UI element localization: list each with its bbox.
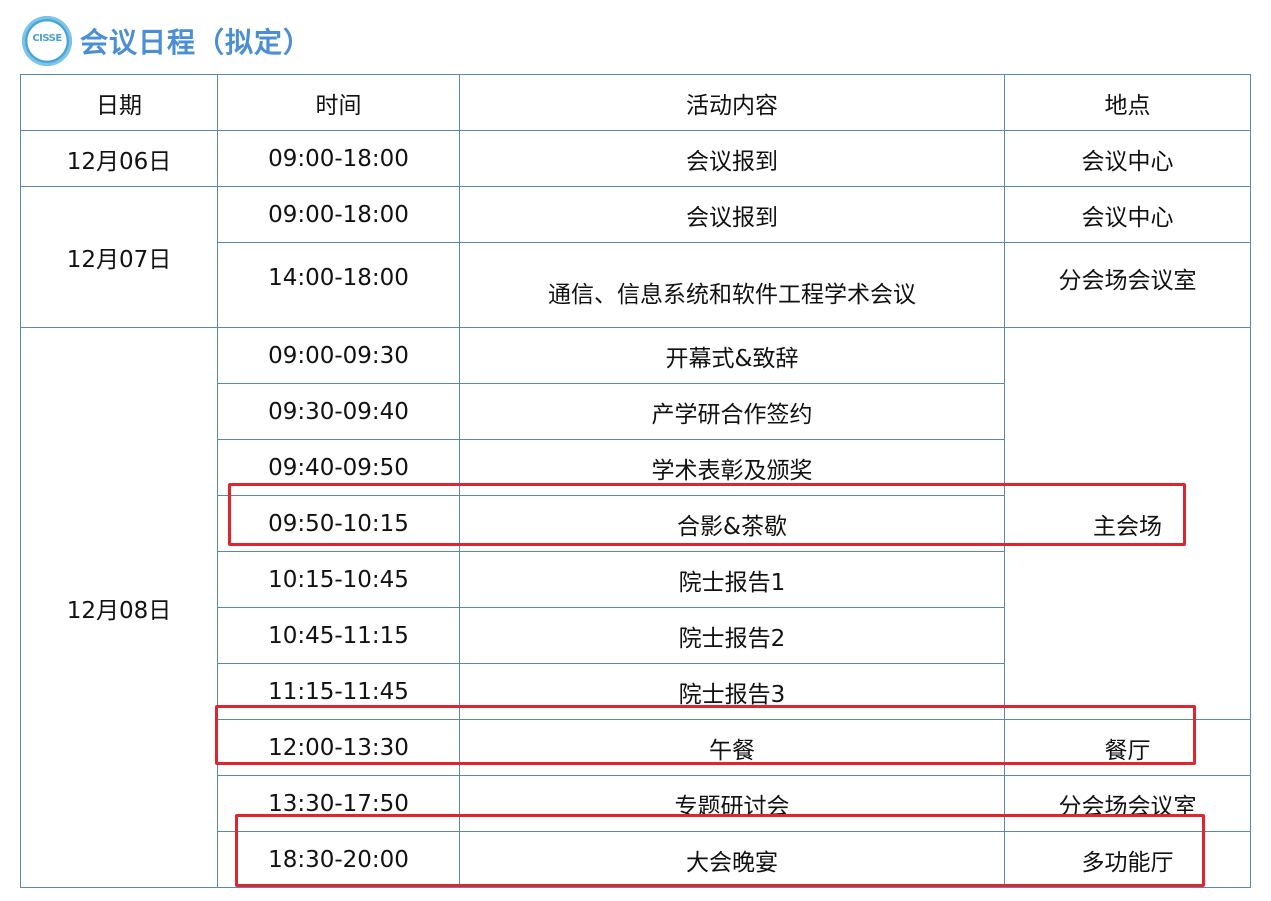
- table-row: 12月07日 09:00-18:00 会议报到 会议中心: [20, 186, 1251, 328]
- place-cell: 餐厅: [1004, 719, 1251, 776]
- place-cell-main-venue: 主会场: [1004, 327, 1251, 720]
- time-cell: 14:00-18:00: [217, 242, 460, 328]
- date-cell: 12月07日: [20, 186, 218, 328]
- activity-cell: 院士报告2: [459, 607, 1005, 664]
- time-cell: 09:00-18:00: [217, 130, 460, 187]
- place-cell: 多功能厅: [1004, 831, 1251, 888]
- date-cell: 12月06日: [20, 130, 218, 187]
- place-cell: 会议中心: [1004, 130, 1251, 187]
- time-cell: 09:00-18:00: [217, 186, 460, 243]
- logo-text: CISSE: [32, 33, 62, 44]
- place-cell: 分会场会议室: [1004, 242, 1251, 328]
- activity-cell: 午餐: [459, 719, 1005, 776]
- activity-cell: 合影&茶歇: [459, 495, 1005, 552]
- time-cell: 10:45-11:15: [217, 607, 460, 664]
- time-cell: 11:15-11:45: [217, 663, 460, 720]
- activity-cell: 大会晚宴: [459, 831, 1005, 888]
- activity-cell: 通信、信息系统和软件工程学术会议: [459, 242, 1005, 328]
- time-cell: 09:40-09:50: [217, 439, 460, 496]
- schedule-table: 日期 时间 活动内容 地点 12月06日 09:00-18:00 会议报到 会议…: [20, 74, 1251, 888]
- column-header-place: 地点: [1004, 74, 1251, 131]
- activity-cell: 产学研合作签约: [459, 383, 1005, 440]
- column-header-activity: 活动内容: [459, 74, 1005, 131]
- activity-cell: 专题研讨会: [459, 775, 1005, 832]
- page-title: 会议日程（拟定）: [80, 26, 313, 59]
- time-cell: 12:00-13:30: [217, 719, 460, 776]
- time-cell: 13:30-17:50: [217, 775, 460, 832]
- column-header-date: 日期: [20, 74, 218, 131]
- place-cell: 会议中心: [1004, 186, 1251, 243]
- table-header-row: 日期 时间 活动内容 地点: [20, 74, 1251, 131]
- place-cell: 分会场会议室: [1004, 775, 1251, 832]
- column-header-time: 时间: [217, 74, 460, 131]
- table-row: 12月06日 09:00-18:00 会议报到 会议中心: [20, 130, 1251, 187]
- activity-cell: 会议报到: [459, 130, 1005, 187]
- activity-cell: 会议报到: [459, 186, 1005, 243]
- time-cell: 09:50-10:15: [217, 495, 460, 552]
- date-cell: 12月08日: [20, 327, 218, 888]
- time-cell: 09:30-09:40: [217, 383, 460, 440]
- time-cell: 09:00-09:30: [217, 327, 460, 384]
- cisse-logo: CISSE: [22, 16, 72, 66]
- time-cell: 18:30-20:00: [217, 831, 460, 888]
- time-cell: 10:15-10:45: [217, 551, 460, 608]
- table-row: 12月08日 09:00-09:30 开幕式&致辞 主会场: [20, 327, 1251, 888]
- activity-cell: 学术表彰及颁奖: [459, 439, 1005, 496]
- activity-cell: 院士报告3: [459, 663, 1005, 720]
- activity-cell: 院士报告1: [459, 551, 1005, 608]
- page-header: CISSE 会议日程（拟定）: [22, 12, 312, 70]
- activity-cell: 开幕式&致辞: [459, 327, 1005, 384]
